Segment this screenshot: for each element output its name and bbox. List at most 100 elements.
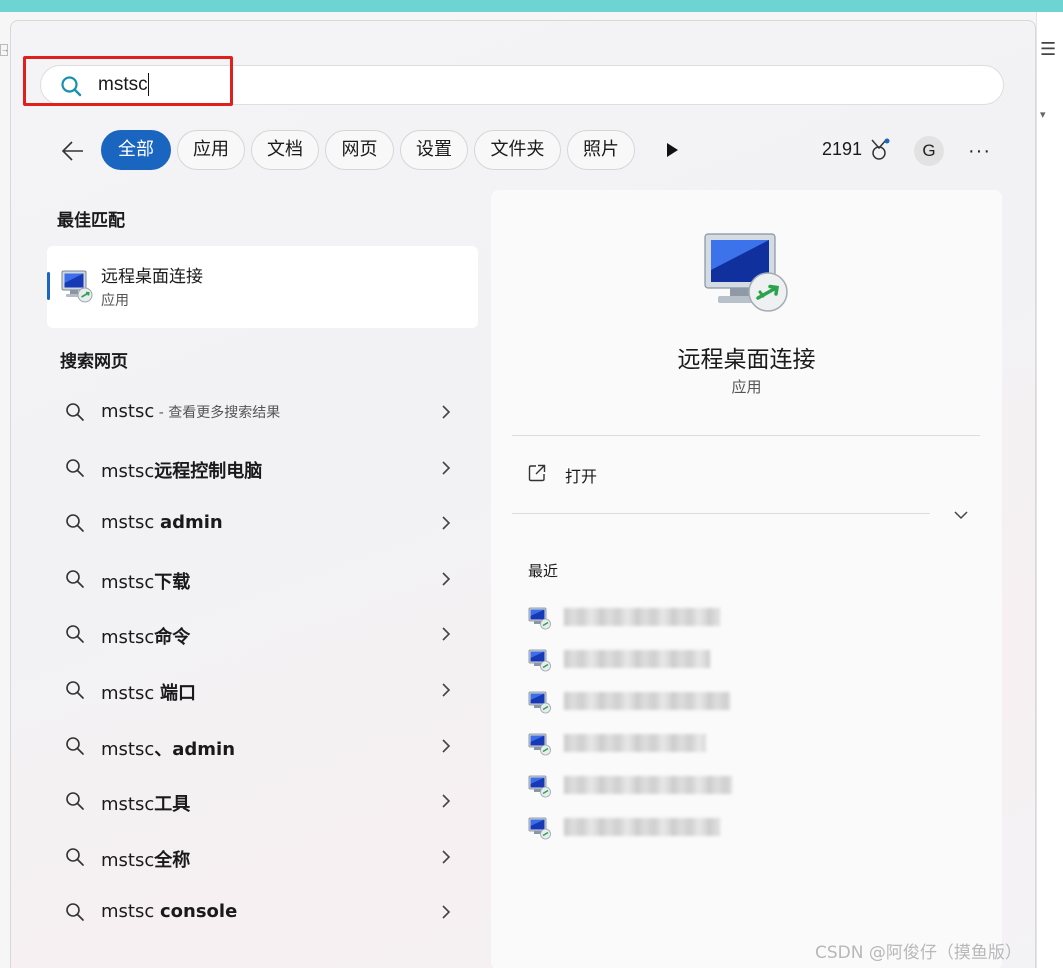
- remote-desktop-icon: [528, 775, 551, 798]
- suggestion-completion: 全称: [154, 849, 191, 871]
- suggestion-text: mstsc命令: [101, 623, 190, 649]
- back-arrow-icon[interactable]: [60, 138, 86, 164]
- suggestion-query: mstsc: [101, 460, 155, 482]
- chevron-right-icon: [442, 405, 451, 419]
- background-dropdown-icon: ▾: [1040, 109, 1046, 121]
- search-icon: [66, 514, 84, 533]
- recent-item[interactable]: [528, 604, 968, 630]
- more-filters-play-icon[interactable]: [664, 142, 680, 158]
- suggestion-completion: 端口: [159, 683, 196, 704]
- chevron-right-icon: [442, 572, 451, 586]
- recent-item-redacted: [564, 650, 710, 668]
- tab-settings[interactable]: 设置: [400, 130, 468, 170]
- search-icon: [66, 569, 84, 588]
- hamburger-menu-icon: ☰: [1040, 39, 1057, 59]
- suggestion-text: mstsc下载: [101, 568, 190, 594]
- suggestion-query: mstsc: [101, 849, 155, 871]
- search-icon: [66, 847, 84, 866]
- chevron-right-icon: [442, 739, 451, 753]
- rewards-points: 2191: [822, 139, 863, 159]
- web-search-suggestion[interactable]: mstsc下载: [56, 557, 466, 601]
- suggestion-completion: 工具: [154, 794, 191, 816]
- remote-desktop-icon: [528, 733, 551, 756]
- search-icon: [66, 903, 84, 922]
- tab-documents[interactable]: 文档: [251, 130, 319, 170]
- suggestion-text: mstsc admin: [101, 512, 223, 533]
- chevron-right-icon: [442, 461, 451, 475]
- open-action-label[interactable]: 打开: [565, 463, 597, 487]
- remote-desktop-icon: [528, 691, 551, 714]
- suggestion-completion: 命令: [154, 627, 191, 649]
- web-search-suggestion[interactable]: mstsc命令: [56, 612, 466, 656]
- remote-desktop-icon: [61, 270, 93, 303]
- background-arrow-icon: →: [0, 44, 9, 56]
- search-icon: [66, 681, 84, 699]
- web-search-suggestion[interactable]: mstsc - 查看更多搜索结果: [56, 390, 466, 434]
- search-icon: [66, 625, 84, 644]
- detail-app-type: 应用: [731, 378, 762, 396]
- recent-item[interactable]: [528, 814, 968, 840]
- more-options-icon[interactable]: ···: [968, 140, 991, 163]
- tab-folders[interactable]: 文件夹: [474, 130, 561, 170]
- suggestion-completion: admin: [159, 512, 223, 534]
- search-icon: [66, 458, 84, 477]
- web-search-suggestion[interactable]: mstsc admin: [56, 501, 466, 545]
- recent-item[interactable]: [528, 646, 968, 672]
- web-search-suggestion[interactable]: mstsc工具: [56, 779, 466, 823]
- suggestion-query: mstsc: [101, 794, 155, 816]
- web-search-suggestion[interactable]: mstsc远程控制电脑: [56, 446, 466, 490]
- recent-item[interactable]: [528, 688, 968, 714]
- tab-all[interactable]: 全部: [101, 130, 171, 170]
- rewards-medal-icon[interactable]: [868, 138, 890, 162]
- remote-desktop-icon: [528, 649, 551, 672]
- web-search-suggestion[interactable]: mstsc全称: [56, 835, 466, 879]
- suggestion-completion: console: [159, 901, 238, 923]
- search-icon: [66, 736, 84, 755]
- search-icon: [66, 792, 84, 811]
- recent-item-redacted: [564, 734, 706, 752]
- remote-desktop-icon: [528, 607, 551, 630]
- suggestion-text: mstsc工具: [101, 790, 190, 816]
- chevron-right-icon: [442, 850, 451, 864]
- recent-title: 最近: [528, 562, 559, 580]
- recent-item-redacted: [564, 608, 720, 626]
- detail-divider: [512, 435, 980, 436]
- tab-apps[interactable]: 应用: [177, 130, 245, 170]
- best-match-title: 最佳匹配: [57, 211, 125, 231]
- recent-item-redacted: [564, 776, 732, 794]
- avatar[interactable]: G: [914, 136, 944, 166]
- web-search-suggestion[interactable]: mstsc console: [56, 890, 466, 934]
- suggestion-text: mstsc - 查看更多搜索结果: [101, 401, 280, 422]
- suggestion-query: mstsc: [101, 401, 155, 422]
- chevron-down-icon[interactable]: [952, 506, 970, 524]
- suggestion-query: mstsc: [101, 571, 155, 593]
- suggestion-completion: 、admin: [154, 738, 236, 760]
- tab-photos[interactable]: 照片: [567, 130, 635, 170]
- open-external-icon[interactable]: [527, 463, 547, 483]
- web-search-suggestion[interactable]: mstsc、admin: [56, 724, 466, 768]
- chevron-right-icon: [442, 683, 451, 697]
- top-accent-bar: [0, 0, 1063, 12]
- recent-item-redacted: [564, 818, 720, 836]
- suggestion-query: mstsc: [101, 683, 160, 704]
- suggestion-hint: - 查看更多搜索结果: [154, 405, 281, 421]
- suggestion-completion: 远程控制电脑: [154, 460, 263, 482]
- best-match-item[interactable]: [47, 246, 478, 328]
- chevron-right-icon: [442, 516, 451, 530]
- search-icon: [66, 403, 84, 421]
- suggestion-query: mstsc: [101, 738, 155, 760]
- recent-item-redacted: [564, 692, 730, 710]
- suggestion-text: mstsc console: [101, 901, 237, 922]
- best-match-type: 应用: [101, 293, 129, 309]
- suggestion-query: mstsc: [101, 512, 160, 534]
- web-search-title: 搜索网页: [60, 352, 128, 372]
- suggestion-text: mstsc远程控制电脑: [101, 457, 262, 483]
- suggestion-completion: 下载: [154, 571, 191, 593]
- chevron-right-icon: [442, 905, 451, 919]
- web-search-suggestion[interactable]: mstsc 端口: [56, 668, 466, 712]
- tab-web[interactable]: 网页: [325, 130, 394, 170]
- recent-item[interactable]: [528, 730, 968, 756]
- chevron-right-icon: [442, 794, 451, 808]
- recent-item[interactable]: [528, 772, 968, 798]
- remote-desktop-large-icon: [704, 233, 788, 312]
